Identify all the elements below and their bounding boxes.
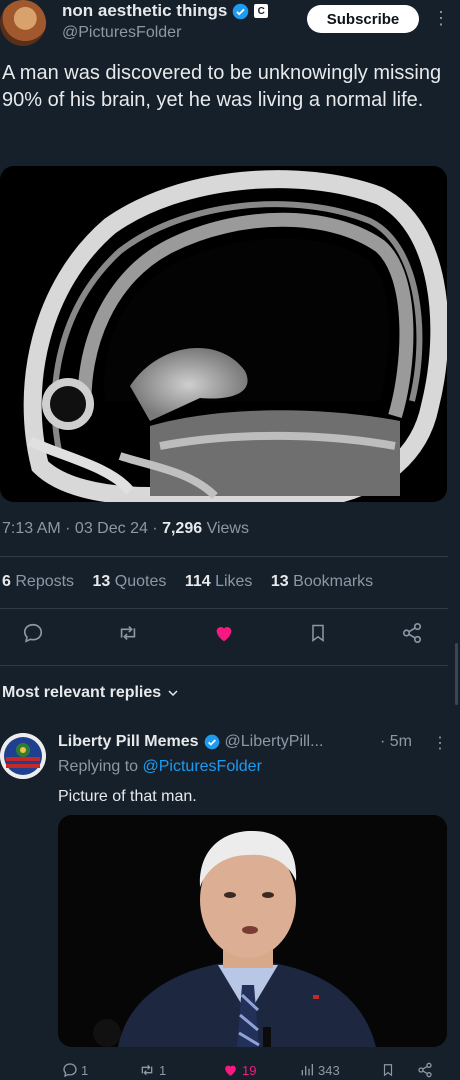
reply-more-options-icon[interactable]: ⋮ [432,733,448,753]
replies-header: Most relevant replies [2,684,162,701]
author-name[interactable]: non aesthetic things [62,1,227,21]
author-name-line[interactable]: non aesthetic things C [62,1,269,21]
tweet-meta: 7:13 AM · 03 Dec 24 · 7,296 Views [2,520,249,537]
reply-comment-count: 1 [81,1062,89,1078]
reply-image-man-portrait[interactable] [58,815,447,1047]
affiliate-badge: C [254,4,269,18]
author-handle[interactable]: @PicturesFolder [62,24,181,42]
tweet-stats: 6 Reposts 13 Quotes 114 Likes 13 Bookmar… [2,573,387,591]
divider [0,608,448,609]
likes-stat[interactable]: 114 Likes [185,573,253,590]
heart-icon[interactable] [212,622,236,644]
views-count: 7,296 [162,520,203,537]
scrollbar-thumb[interactable] [455,643,458,705]
tweet-date: 03 Dec 24 [74,520,148,537]
bookmark-icon[interactable] [308,622,328,644]
chevron-down-icon [167,687,179,699]
subscribe-button[interactable]: Subscribe [307,5,419,33]
divider [0,665,448,666]
repost-icon [138,1062,156,1078]
reply-text: Picture of that man. [58,788,197,805]
tweet-text: A man was discovered to be unknowingly m… [2,62,442,111]
reply-time: · 5m [380,733,413,750]
reply-views-count: 343 [318,1062,340,1078]
share-icon[interactable] [401,622,423,644]
replies-sort-dropdown[interactable]: Most relevant replies [2,684,179,702]
quotes-stat[interactable]: 13 Quotes [93,573,167,590]
replying-to-link[interactable]: @PicturesFolder [143,758,262,775]
reply-author-name[interactable]: Liberty Pill Memes [58,733,199,751]
divider [0,556,448,557]
heart-icon [222,1062,239,1078]
reply-icon[interactable] [22,622,44,644]
replying-to: Replying to @PicturesFolder [58,758,262,775]
reply-repost-count: 1 [159,1062,167,1078]
reply-author-handle[interactable]: @LibertyPill... [225,733,324,751]
reply-comment-action[interactable]: 1 [62,1062,88,1078]
reposts-stat[interactable]: 6 Reposts [2,573,74,590]
reply-icon [62,1062,78,1078]
views-icon [299,1062,315,1078]
bookmark-icon[interactable] [381,1062,395,1078]
views-label: Views [206,520,249,537]
reply-repost-action[interactable]: 1 [138,1062,166,1078]
share-icon[interactable] [417,1062,433,1078]
tweet-image-mri-scan[interactable] [0,166,447,502]
author-avatar[interactable] [0,0,46,46]
bookmarks-stat[interactable]: 13 Bookmarks [271,573,373,590]
verified-icon [232,3,249,20]
reply-author-line[interactable]: Liberty Pill Memes @LibertyPill... [58,733,323,751]
reply-like-count: 19 [242,1062,257,1078]
reply-like-action[interactable]: 19 [222,1062,256,1078]
repost-icon[interactable] [116,622,140,644]
reply-author-avatar[interactable] [0,733,46,779]
more-options-icon[interactable]: ⋮ [432,8,450,29]
reply-views-action[interactable]: 343 [299,1062,340,1078]
tweet-time: 7:13 AM [2,520,61,537]
verified-icon [204,734,220,750]
